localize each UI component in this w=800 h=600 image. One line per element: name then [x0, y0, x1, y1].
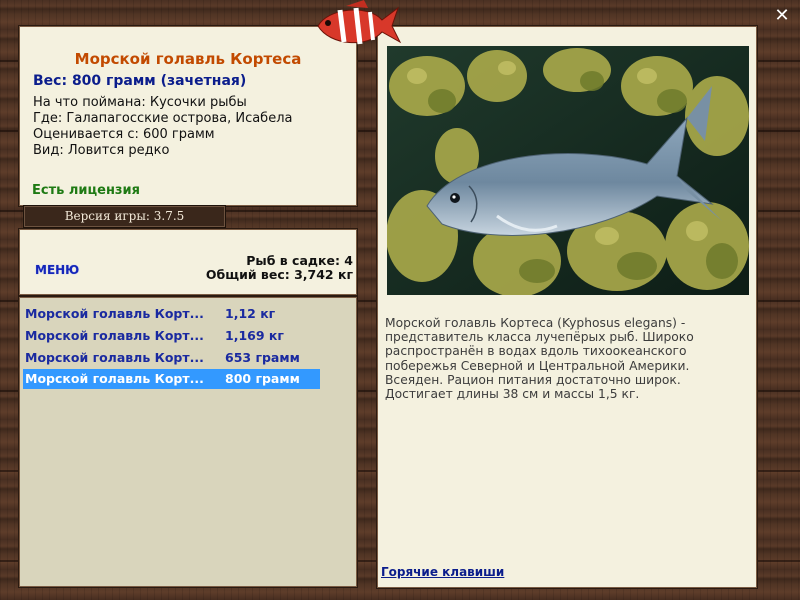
close-icon[interactable]: ✕ — [772, 6, 792, 26]
fish-detail-panel: Морской голавль Кортеса (Kyphosus elegan… — [376, 25, 758, 589]
fish-photo-image — [387, 46, 749, 295]
list-item-weight: 1,169 кг — [225, 328, 284, 343]
list-item-weight: 653 грамм — [225, 350, 300, 365]
license-status: Есть лицензия — [32, 183, 140, 198]
game-version: Версия игры: 3.7.5 — [23, 205, 226, 228]
list-item-weight: 1,12 кг — [225, 306, 276, 321]
catch-location: Где: Галапагосские острова, Исабела — [33, 111, 293, 126]
list-item[interactable]: Морской голавль Корт... 1,12 кг — [23, 304, 320, 324]
red-fish-icon — [317, 0, 402, 45]
list-item-selected[interactable]: Морской голавль Корт... 800 грамм — [23, 369, 320, 389]
keepnet-summary-panel: МЕНЮ Рыб в садке: 4 Общий вес: 3,742 кг — [18, 228, 358, 296]
list-item-name: Морской голавль Корт... — [25, 328, 204, 343]
catch-list: Морской голавль Корт... 1,12 кг Морской … — [18, 296, 358, 588]
valued-from: Оценивается с: 600 грамм — [33, 127, 215, 142]
list-item[interactable]: Морской голавль Корт... 653 грамм — [23, 348, 320, 368]
fish-info-panel: Морской голавль Кортеса Вес: 800 грамм (… — [18, 25, 358, 207]
list-item-weight: 800 грамм — [225, 371, 300, 386]
fish-weight: Вес: 800 грамм (зачетная) — [33, 73, 247, 89]
list-item-name: Морской голавль Корт... — [25, 371, 204, 386]
total-weight: Общий вес: 3,742 кг — [205, 267, 353, 282]
fish-count: Рыб в садке: 4 — [246, 253, 353, 268]
menu-button[interactable]: МЕНЮ — [35, 263, 79, 277]
fish-title: Морской голавль Кортеса — [74, 50, 302, 68]
list-item-name: Морской голавль Корт... — [25, 350, 204, 365]
list-item[interactable]: Морской голавль Корт... 1,169 кг — [23, 326, 320, 346]
fish-description: Морской голавль Кортеса (Kyphosus elegan… — [385, 316, 694, 402]
fish-photo — [387, 46, 749, 295]
fish-rarity: Вид: Ловится редко — [33, 143, 170, 158]
hotkeys-link[interactable]: Горячие клавиши — [381, 565, 504, 579]
caught-with: На что поймана: Кусочки рыбы — [33, 95, 247, 110]
list-item-name: Морской голавль Корт... — [25, 306, 204, 321]
